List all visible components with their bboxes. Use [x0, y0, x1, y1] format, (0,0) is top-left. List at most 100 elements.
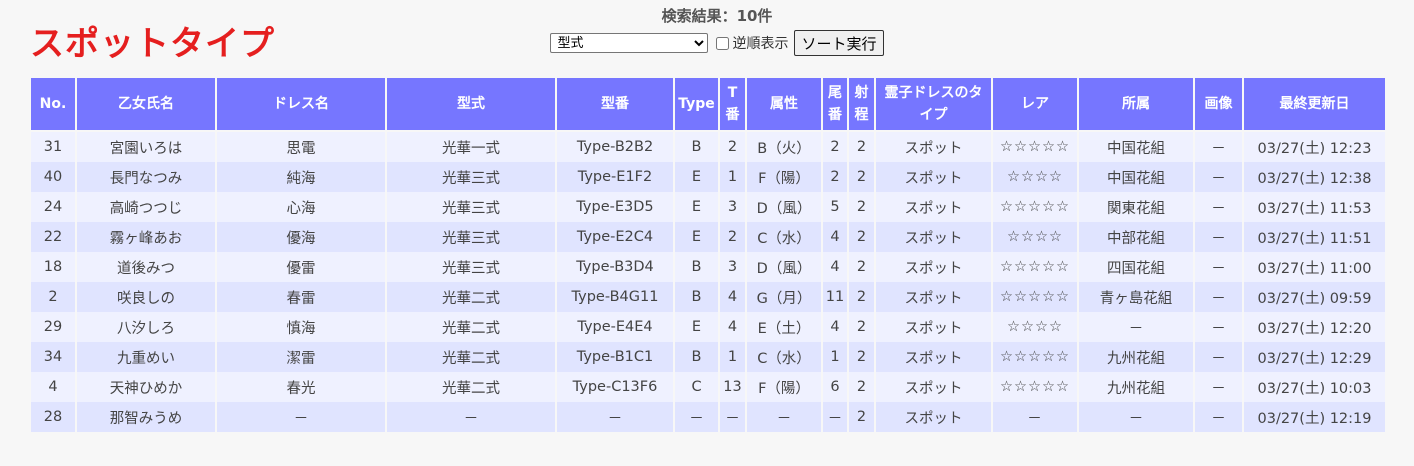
cell-dress: 優海 [215, 222, 387, 252]
sort-execute-button[interactable]: ソート実行 [794, 30, 884, 56]
cell-dress-type: スポット [874, 282, 993, 312]
cell-no: 4 [29, 372, 77, 402]
cell-code: Type-E3D5 [555, 192, 675, 222]
table-row: 18 道後みつ 優雷 光華三式 Type-B3D4 B 3 D（風） 4 2 ス… [29, 252, 1387, 282]
cell-affiliation: 関東花組 [1077, 192, 1195, 222]
cell-attr: C（水） [745, 342, 823, 372]
cell-dress: 春雷 [215, 282, 387, 312]
cell-t: 3 [718, 192, 747, 222]
sort-control-row: 型式 逆順表示 ソート実行 [550, 30, 884, 56]
cell-updated: 03/27(土) 11:51 [1242, 222, 1387, 252]
cell-type: B [673, 131, 720, 162]
cell-name-link[interactable]: 八汐しろ [75, 312, 217, 342]
cell-dress-type: スポット [874, 222, 993, 252]
cell-dress-type: スポット [874, 131, 993, 162]
header-dress[interactable]: ドレス名 [215, 76, 387, 132]
cell-tail: 2 [821, 162, 849, 192]
cell-affiliation: － [1077, 402, 1195, 432]
cell-name-link[interactable]: 高崎つつじ [75, 192, 217, 222]
sort-field-select[interactable]: 型式 [550, 33, 709, 53]
cell-tail: 5 [821, 192, 849, 222]
cell-model: 光華二式 [385, 282, 557, 312]
cell-t: － [718, 402, 747, 432]
cell-dress: 潔雷 [215, 342, 387, 372]
cell-affiliation: 九州花組 [1077, 372, 1195, 402]
header-t[interactable]: T番 [718, 76, 747, 132]
result-count: 検索結果：10件 [661, 7, 773, 25]
cell-model: 光華二式 [385, 342, 557, 372]
cell-no: 24 [29, 192, 77, 222]
cell-name-link[interactable]: 九重めい [75, 342, 217, 372]
cell-t: 1 [718, 162, 747, 192]
cell-no: 22 [29, 222, 77, 252]
cell-attr: F（陽） [745, 372, 823, 402]
header-no[interactable]: No. [29, 76, 77, 132]
table-row: 28 那智みうめ － － － － － － － 2 スポット － － － 03/2… [29, 402, 1387, 432]
cell-range: 2 [847, 312, 876, 342]
header-attr[interactable]: 属性 [745, 76, 823, 132]
results-table: No. 乙女氏名 ドレス名 型式 型番 Type T番 属性 尾番 射程 霊子ド… [29, 76, 1387, 432]
cell-type: B [673, 342, 720, 372]
cell-image: － [1193, 162, 1244, 192]
cell-name-link[interactable]: 那智みうめ [75, 402, 217, 432]
cell-range: 2 [847, 131, 876, 162]
cell-image: － [1193, 372, 1244, 402]
cell-updated: 03/27(土) 12:38 [1242, 162, 1387, 192]
header-rarity[interactable]: レア [991, 76, 1079, 132]
cell-t: 13 [718, 372, 747, 402]
cell-type: E [673, 162, 720, 192]
cell-tail: 4 [821, 312, 849, 342]
cell-rarity: ☆☆☆☆☆ [991, 342, 1079, 372]
header-tail[interactable]: 尾番 [821, 76, 849, 132]
header-image[interactable]: 画像 [1193, 76, 1244, 132]
cell-image: － [1193, 282, 1244, 312]
cell-tail: 11 [821, 282, 849, 312]
table-row: 24 高崎つつじ 心海 光華三式 Type-E3D5 E 3 D（風） 5 2 … [29, 192, 1387, 222]
cell-model: 光華三式 [385, 162, 557, 192]
cell-range: 2 [847, 252, 876, 282]
cell-range: 2 [847, 282, 876, 312]
reverse-order-checkbox[interactable] [716, 36, 730, 50]
cell-name-link[interactable]: 道後みつ [75, 252, 217, 282]
cell-code: Type-E4E4 [555, 312, 675, 342]
cell-updated: 03/27(土) 12:23 [1242, 131, 1387, 162]
cell-attr: G（月） [745, 282, 823, 312]
cell-dress: 春光 [215, 372, 387, 402]
cell-affiliation: 九州花組 [1077, 342, 1195, 372]
header-code[interactable]: 型番 [555, 76, 675, 132]
cell-type: C [673, 372, 720, 402]
header-dress-type[interactable]: 霊子ドレスのタイプ [874, 76, 993, 132]
cell-name-link[interactable]: 咲良しの [75, 282, 217, 312]
header-range[interactable]: 射程 [847, 76, 876, 132]
cell-name-link[interactable]: 天神ひめか [75, 372, 217, 402]
cell-image: － [1193, 312, 1244, 342]
cell-affiliation: 四国花組 [1077, 252, 1195, 282]
cell-image: － [1193, 131, 1244, 162]
header-updated[interactable]: 最終更新日 [1242, 76, 1387, 132]
cell-t: 3 [718, 252, 747, 282]
cell-rarity: ☆☆☆☆☆ [991, 192, 1079, 222]
cell-updated: 03/27(土) 12:19 [1242, 402, 1387, 432]
cell-model: 光華三式 [385, 222, 557, 252]
cell-image: － [1193, 342, 1244, 372]
cell-rarity: ☆☆☆☆ [991, 312, 1079, 342]
cell-name-link[interactable]: 宮園いろは [75, 131, 217, 162]
cell-updated: 03/27(土) 12:20 [1242, 312, 1387, 342]
cell-tail: 6 [821, 372, 849, 402]
cell-type: E [673, 192, 720, 222]
cell-tail: 4 [821, 252, 849, 282]
cell-type: B [673, 252, 720, 282]
header-model[interactable]: 型式 [385, 76, 557, 132]
cell-name-link[interactable]: 長門なつみ [75, 162, 217, 192]
header-name[interactable]: 乙女氏名 [75, 76, 217, 132]
cell-tail: 2 [821, 131, 849, 162]
cell-tail: 4 [821, 222, 849, 252]
table-row: 4 天神ひめか 春光 光華二式 Type-C13F6 C 13 F（陽） 6 2… [29, 372, 1387, 402]
header-affiliation[interactable]: 所属 [1077, 76, 1195, 132]
cell-rarity: ☆☆☆☆ [991, 222, 1079, 252]
cell-attr: D（風） [745, 192, 823, 222]
header-type[interactable]: Type [673, 76, 720, 132]
cell-updated: 03/27(土) 09:59 [1242, 282, 1387, 312]
cell-name-link[interactable]: 霧ヶ峰あお [75, 222, 217, 252]
reverse-order-label[interactable]: 逆順表示 [716, 33, 788, 53]
